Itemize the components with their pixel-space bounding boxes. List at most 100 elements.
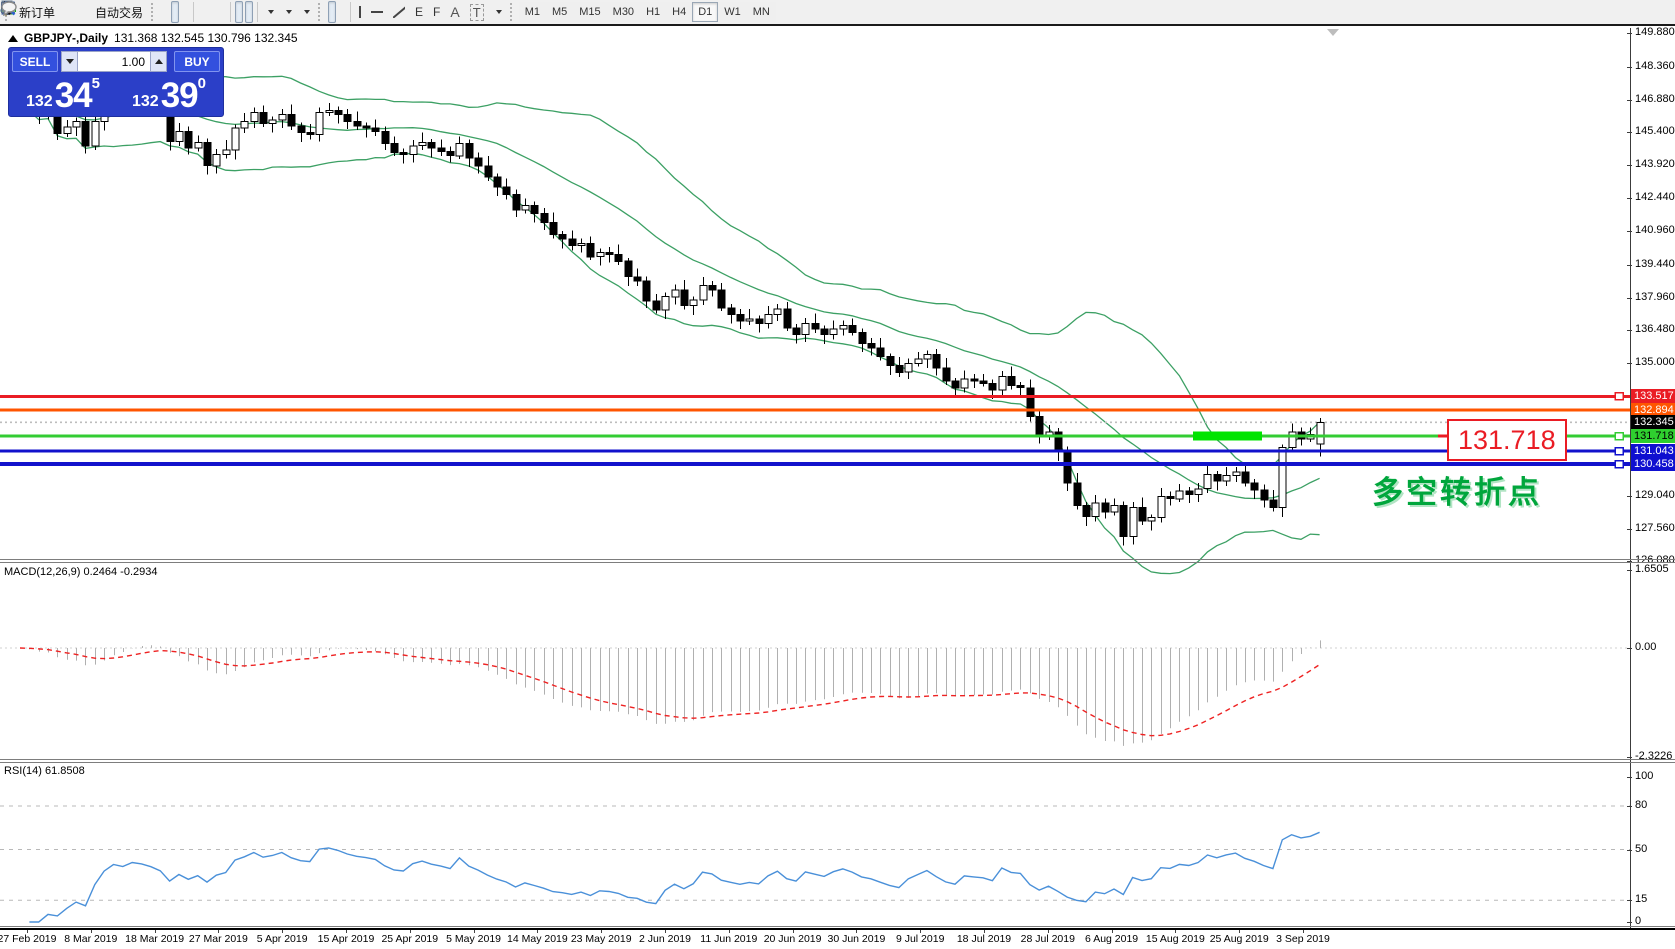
arrows-tool-button[interactable]	[490, 1, 506, 23]
price-tick-mark	[1627, 67, 1632, 68]
rsi-tick-mark	[1627, 900, 1632, 901]
current-price-label: 132.345	[1631, 415, 1675, 429]
timeframe-w1-button[interactable]: W1	[718, 2, 747, 22]
rsi-tick-label: 15	[1635, 893, 1647, 905]
macd-tick-label: 0.00	[1635, 641, 1656, 653]
timeframe-m5-button[interactable]: M5	[546, 2, 573, 22]
vertical-line-icon	[359, 6, 361, 18]
rsi-tick-mark	[1627, 850, 1632, 851]
auto-trading-label: 自动交易	[95, 4, 143, 21]
pivot-annotation[interactable]: 多空转折点	[1372, 467, 1542, 512]
auto-scroll-button[interactable]	[235, 1, 243, 23]
line-chart-button[interactable]	[181, 1, 189, 23]
price-tick-mark	[1627, 330, 1632, 331]
rsi-separator[interactable]	[0, 762, 1675, 763]
price-tick-label: 148.360	[1635, 60, 1675, 72]
sell-price-sup: 5	[92, 77, 100, 91]
periods-button[interactable]	[280, 1, 296, 23]
text-label-icon: T	[470, 4, 484, 21]
price-tick-mark	[1627, 198, 1632, 199]
add-indicator-button[interactable]	[262, 1, 278, 23]
price-tick-mark	[1627, 363, 1632, 364]
timeframe-d1-button[interactable]: D1	[692, 2, 718, 22]
chat-bubble-icon	[0, 0, 18, 16]
toolbar-divider	[193, 2, 194, 22]
fibonacci-tool-button[interactable]: F	[429, 1, 444, 23]
buy-price-big: 39	[161, 79, 198, 112]
one-click-trading-panel: SELL BUY 132345 132390	[8, 47, 224, 117]
timeframe-m30-button[interactable]: M30	[607, 2, 640, 22]
timeframe-m1-button[interactable]: M1	[519, 2, 546, 22]
bar-chart-button[interactable]	[161, 1, 169, 23]
rsi-panel	[0, 806, 1630, 922]
rsi-separator[interactable]	[0, 759, 1675, 760]
price-tick-label: 145.400	[1635, 125, 1675, 137]
price-level-label[interactable]: 130.458	[1631, 457, 1675, 471]
caret-up-icon	[155, 59, 163, 64]
vertical-line-tool-button[interactable]	[355, 1, 365, 23]
text-label-tool-button[interactable]: T	[466, 1, 488, 23]
price-tick-mark	[1627, 529, 1632, 530]
crosshair-tool-button[interactable]	[338, 1, 346, 23]
cursor-tool-button[interactable]	[328, 1, 336, 23]
rsi-tick-label: 80	[1635, 799, 1647, 811]
rsi-tick-mark	[1627, 922, 1632, 923]
price-level-label[interactable]: 133.517	[1631, 389, 1675, 403]
new-order-button[interactable]: 新订单	[15, 1, 59, 23]
buy-price-prefix: 132	[132, 92, 159, 112]
trendline-tool-button[interactable]	[389, 1, 409, 23]
volume-stepper	[61, 51, 171, 72]
channel-glyph: E	[415, 5, 423, 19]
volume-increase-button[interactable]	[150, 51, 167, 72]
add-indicator-caret	[268, 10, 274, 14]
buy-price-display[interactable]: 132390	[118, 75, 220, 113]
toolbar-grip	[510, 3, 516, 21]
sell-button[interactable]: SELL	[12, 51, 58, 72]
price-level-label[interactable]: 131.043	[1631, 444, 1675, 458]
bollinger-bands	[20, 76, 1320, 573]
toolbar-divider	[350, 2, 351, 22]
open-charts-button[interactable]	[71, 1, 79, 23]
timeframe-m15-button[interactable]: M15	[573, 2, 606, 22]
horizontal-line-tool-button[interactable]	[367, 1, 387, 23]
search-button[interactable]	[1654, 1, 1662, 23]
text-tool-button[interactable]: A	[446, 1, 463, 23]
zoom-in-button[interactable]	[198, 1, 206, 23]
signals-button[interactable]	[81, 1, 89, 23]
price-tick-mark	[1627, 231, 1632, 232]
chart-shift-button[interactable]	[245, 1, 253, 23]
new-order-label: 新订单	[19, 4, 55, 21]
main-toolbar: 新订单 自动交易	[0, 0, 1675, 26]
trendline-icon	[393, 6, 405, 18]
macd-tick-mark	[1627, 757, 1632, 758]
toolbar-divider	[257, 2, 258, 22]
price-level-label[interactable]: 131.718	[1631, 429, 1675, 443]
arrows-caret	[496, 10, 502, 14]
eraser-button[interactable]	[61, 1, 69, 23]
chart-symbol-title: GBPJPY-,Daily	[24, 31, 108, 45]
zoom-out-button[interactable]	[208, 1, 216, 23]
macd-tick-mark	[1627, 648, 1632, 649]
volume-decrease-button[interactable]	[61, 51, 78, 72]
macd-separator[interactable]	[0, 559, 1675, 560]
sell-price-display[interactable]: 132345	[12, 75, 114, 113]
tile-windows-button[interactable]	[218, 1, 226, 23]
buy-button[interactable]: BUY	[174, 51, 220, 72]
timeframe-h1-button[interactable]: H1	[640, 2, 666, 22]
macd-separator[interactable]	[0, 562, 1675, 563]
volume-input[interactable]	[78, 51, 150, 72]
toolbar-divider	[230, 2, 231, 22]
price-tick-label: 129.040	[1635, 489, 1675, 501]
auto-trading-button[interactable]: 自动交易	[91, 1, 147, 23]
rsi-tick-label: 50	[1635, 843, 1647, 855]
price-tick-label: 143.920	[1635, 158, 1675, 170]
timeframe-mn-button[interactable]: MN	[747, 2, 776, 22]
timeframe-h4-button[interactable]: H4	[666, 2, 692, 22]
channel-tool-button[interactable]: E	[411, 1, 427, 23]
chat-button[interactable]	[1664, 1, 1672, 23]
candlestick-chart-button[interactable]	[171, 1, 179, 23]
caret-down-icon	[66, 59, 74, 64]
templates-button[interactable]	[298, 1, 314, 23]
one-click-collapse-arrow[interactable]	[8, 35, 18, 42]
price-callout-box[interactable]: 131.718	[1447, 419, 1567, 461]
